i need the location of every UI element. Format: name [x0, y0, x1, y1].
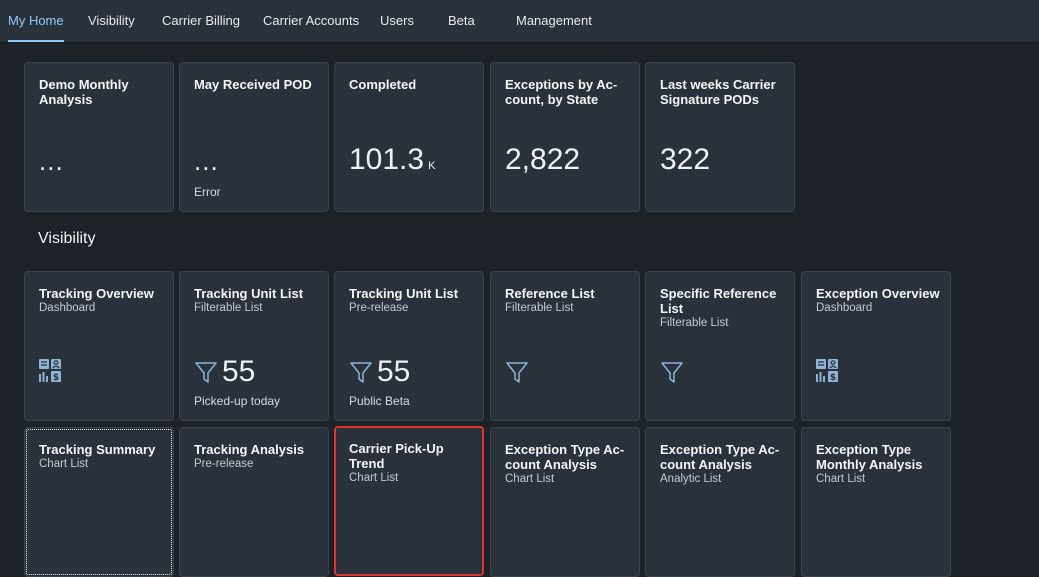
tile-completed[interactable]: Completed 101.3 K [334, 62, 484, 212]
tile-carrier-pick-up-trend[interactable]: Carrier Pick-Up Trend Chart List [334, 426, 484, 576]
filter-icon [195, 362, 217, 383]
filter-kpi: 55 [349, 354, 410, 390]
tile-exception-overview[interactable]: Exception Overview Dashboard $ [801, 271, 951, 421]
section-title-visibility: Visibility [38, 230, 96, 247]
tile-subtitle: Chart List [816, 473, 866, 485]
tile-subtitle: Pre-release [194, 458, 254, 470]
kpi-number: 101.3 [349, 143, 425, 176]
tab-my-home[interactable]: My Home [8, 0, 64, 42]
kpi-value: 101.3 K [349, 143, 435, 177]
kpi-value: 2,822 [505, 143, 581, 176]
tile-title: Exception Overview Dashboard [816, 286, 940, 314]
tile-subtitle: Filterable List [505, 302, 574, 314]
kpi-unit: K [428, 160, 436, 172]
tile-exceptions-by-account[interactable]: Exceptions by Ac-count, by State 2,822 [490, 62, 640, 212]
kpi-number: 55 [222, 355, 256, 388]
tile-exception-type-account-analysis[interactable]: Exception Type Ac-count Analysis Chart Li… [490, 427, 640, 577]
filter-kpi [660, 354, 684, 390]
tile-title: Tracking Summary Chart List [39, 442, 163, 472]
tile-tracking-summary[interactable]: Tracking Summary Chart List [24, 427, 174, 577]
tile-title: Reference List Filterable List [505, 286, 629, 316]
tile-last-weeks-carrier-signature-pods[interactable]: Last weeks Carrier Signature PODs 322 [645, 62, 795, 212]
tile-tracking-unit-list[interactable]: Tracking Unit List Filterable List 55 Pic… [179, 271, 329, 421]
svg-text:$: $ [53, 373, 59, 383]
tile-exception-type-account-analytic[interactable]: Exception Type Ac-count Analysis Analytic… [645, 427, 795, 577]
filter-kpi [505, 354, 529, 390]
tile-title: Exception Type Monthly Analysis Chart Lis… [816, 442, 940, 487]
tile-may-received-pod[interactable]: May Received POD ... Error [179, 62, 329, 212]
kpi-number: 55 [377, 355, 411, 388]
tile-title: Exception Type Ac-count Analysis Chart Li… [505, 442, 629, 487]
tile-tracking-overview[interactable]: Tracking Overview Dashboard $ [24, 271, 174, 421]
tab-carrier-accounts[interactable]: Carrier Accounts [263, 0, 359, 42]
tile-footer-error: Error [194, 185, 221, 199]
tile-footer: Picked-up today [194, 394, 281, 408]
tile-title: Tracking Overview Dashboard [39, 286, 163, 316]
tile-specific-reference-list[interactable]: Specific Reference List Filterable List [645, 271, 795, 421]
tile-title: Completed [349, 77, 417, 92]
filter-icon [506, 362, 528, 383]
tile-demo-monthly-analysis[interactable]: Demo Monthly Analysis ... [24, 62, 174, 212]
filter-icon [661, 362, 683, 383]
dashboard-icon: $ [39, 359, 63, 388]
tile-title: Last weeks Carrier Signature PODs [660, 77, 776, 107]
loading-indicator: ... [194, 146, 219, 176]
tile-subtitle: Filterable List [660, 317, 729, 329]
tile-exception-type-monthly-analysis[interactable]: Exception Type Monthly Analysis Chart Lis… [801, 427, 951, 577]
tab-visibility[interactable]: Visibility [88, 0, 135, 42]
filter-icon [350, 362, 372, 383]
tab-carrier-billing[interactable]: Carrier Billing [162, 0, 240, 42]
tile-subtitle: Chart List [39, 458, 89, 470]
svg-text:$: $ [830, 373, 836, 383]
tile-tracking-unit-list-pre-release[interactable]: Tracking Unit List Pre-release 55 Public … [334, 271, 484, 421]
tab-users[interactable]: Users [380, 0, 414, 42]
tile-footer: Public Beta [349, 394, 410, 408]
tile-subtitle: Dashboard [816, 302, 873, 314]
filter-kpi: 55 [194, 354, 255, 390]
tile-reference-list[interactable]: Reference List Filterable List [490, 271, 640, 421]
tile-tracking-analysis[interactable]: Tracking Analysis Pre-release [179, 427, 329, 577]
tile-title: Tracking Unit List Pre-release [349, 286, 473, 316]
tab-management[interactable]: Management [516, 0, 592, 42]
tile-title: Demo Monthly Analysis [39, 77, 129, 107]
kpi-value: 322 [660, 143, 711, 176]
tile-title: May Received POD [194, 77, 312, 92]
tile-title: Carrier Pick-Up Trend Chart List [349, 441, 473, 486]
tile-title: Exceptions by Ac-count, by State [505, 77, 618, 107]
tile-subtitle: Analytic List [660, 473, 722, 485]
tile-subtitle: Dashboard [39, 302, 96, 314]
tile-subtitle: Chart List [505, 473, 555, 485]
loading-indicator: ... [39, 146, 64, 176]
tile-title: Exception Type Ac-count Analysis Analytic… [660, 442, 784, 487]
dashboard-icon: $ [816, 359, 840, 388]
tile-title: Tracking Analysis Pre-release [194, 442, 318, 472]
tile-subtitle: Chart List [349, 472, 399, 484]
tile-subtitle: Filterable List [194, 302, 263, 314]
tile-subtitle: Pre-release [349, 302, 409, 314]
tile-title: Tracking Unit List Filterable List [194, 286, 318, 316]
top-navigation-bar: My Home Visibility Carrier Billing Carri… [0, 0, 1039, 43]
tile-title: Specific Reference List Filterable List [660, 286, 784, 331]
tab-beta[interactable]: Beta [448, 0, 475, 42]
